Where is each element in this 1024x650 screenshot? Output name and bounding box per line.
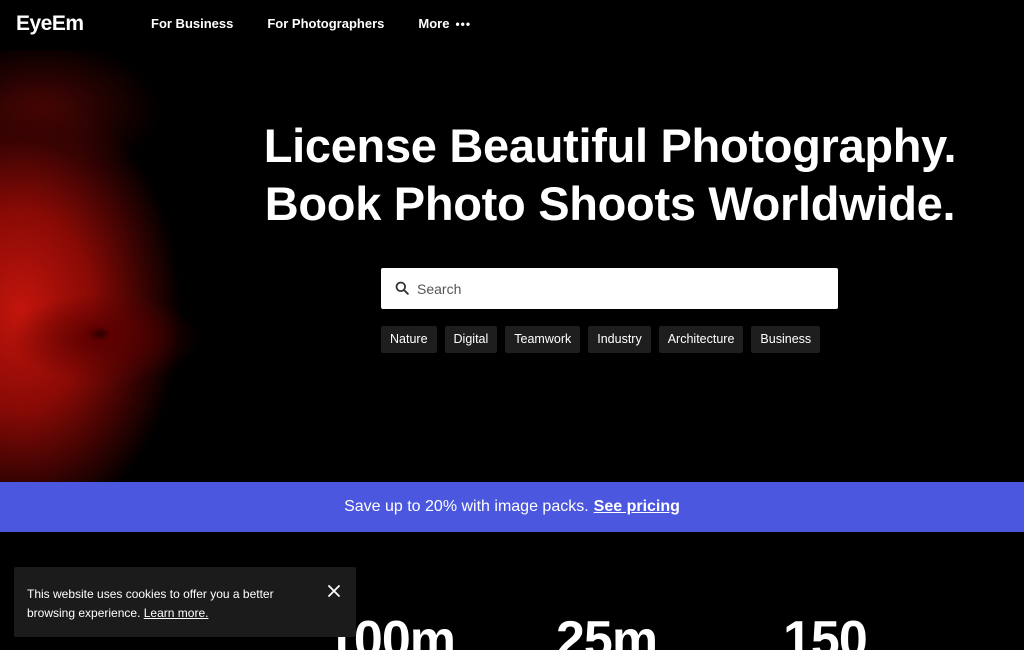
top-navigation: EyeEm For Business For Photographers Mor… — [0, 0, 1024, 50]
main-nav: For Business For Photographers More ••• — [151, 16, 505, 31]
tag-digital[interactable]: Digital — [444, 326, 498, 353]
hero: License Beautiful Photography. Book Phot… — [0, 50, 1024, 482]
hero-image-eye — [65, 320, 135, 348]
search-icon — [395, 281, 409, 295]
tag-teamwork[interactable]: Teamwork — [505, 326, 581, 353]
search-box[interactable] — [381, 268, 838, 309]
nav-more[interactable]: More ••• — [418, 16, 471, 31]
nav-more-label: More — [418, 16, 450, 31]
promo-banner: Save up to 20% with image packs. See pri… — [0, 482, 1024, 532]
hero-title: License Beautiful Photography. Book Phot… — [0, 117, 1024, 233]
nav-for-business[interactable]: For Business — [151, 16, 233, 31]
cookie-banner: This website uses cookies to offer you a… — [14, 567, 356, 637]
see-pricing-link[interactable]: See pricing — [594, 498, 680, 516]
hero-background-image — [0, 50, 280, 482]
hero-title-line-1: License Beautiful Photography. — [263, 119, 957, 172]
close-icon[interactable] — [326, 583, 342, 599]
stat-value: 150 — [783, 611, 868, 650]
promo-text: Save up to 20% with image packs. — [344, 498, 589, 515]
stat-value: 25m — [556, 611, 658, 650]
tag-list: Nature Digital Teamwork Industry Archite… — [381, 326, 828, 353]
logo[interactable]: EyeEm — [16, 12, 84, 36]
tag-nature[interactable]: Nature — [381, 326, 437, 353]
cookie-message: This website uses cookies to offer you a… — [27, 585, 307, 623]
tag-industry[interactable]: Industry — [588, 326, 651, 353]
nav-for-photographers[interactable]: For Photographers — [267, 16, 384, 31]
tag-architecture[interactable]: Architecture — [658, 326, 744, 353]
page: EyeEm For Business For Photographers Mor… — [0, 0, 1024, 650]
learn-more-link[interactable]: Learn more. — [144, 606, 209, 620]
ellipsis-icon: ••• — [455, 16, 472, 31]
hero-title-line-2: Book Photo Shoots Worldwide. — [264, 177, 956, 230]
tag-business[interactable]: Business — [751, 326, 821, 353]
search-input[interactable] — [417, 268, 827, 309]
